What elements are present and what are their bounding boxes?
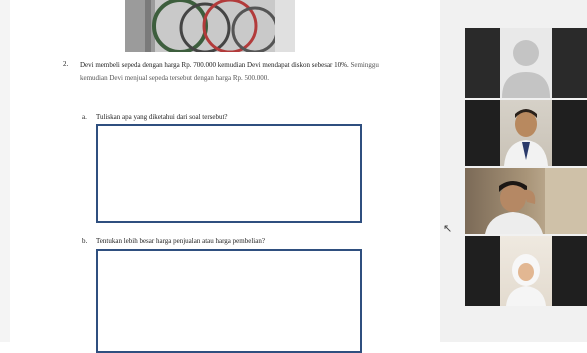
- question-text: Devi membeli sepeda dengan harga Rp. 700…: [80, 59, 380, 85]
- document-viewer[interactable]: 2. Devi membeli sepeda dengan harga Rp. …: [0, 0, 440, 353]
- avatar-placeholder: [500, 28, 552, 98]
- participant-video-2: [500, 100, 552, 166]
- question-text-main: Devi membeli sepeda dengan harga Rp. 700…: [80, 61, 349, 69]
- mouse-cursor-icon: ↖: [443, 222, 453, 235]
- participant-tile-3[interactable]: [465, 168, 587, 234]
- question-number: 2.: [63, 60, 69, 68]
- sub-question-b-label: b.: [82, 237, 88, 245]
- participant-tile-4[interactable]: [465, 236, 587, 306]
- sub-question-a-label: a.: [82, 113, 87, 121]
- sub-question-b-text: Tentukan lebih besar harga penjualan ata…: [96, 237, 265, 245]
- sub-question-a-text: Tuliskan apa yang diketahui dari soal te…: [96, 113, 228, 121]
- bicycle-photo: [125, 0, 295, 52]
- participant-video-3: [465, 168, 587, 234]
- participant-tile-2[interactable]: [465, 100, 587, 166]
- participant-video-4: [500, 236, 552, 306]
- answer-box-a[interactable]: [96, 124, 362, 223]
- participant-tile-1[interactable]: [465, 28, 587, 98]
- user-silhouette-icon: [502, 40, 550, 98]
- answer-box-b[interactable]: [96, 249, 362, 353]
